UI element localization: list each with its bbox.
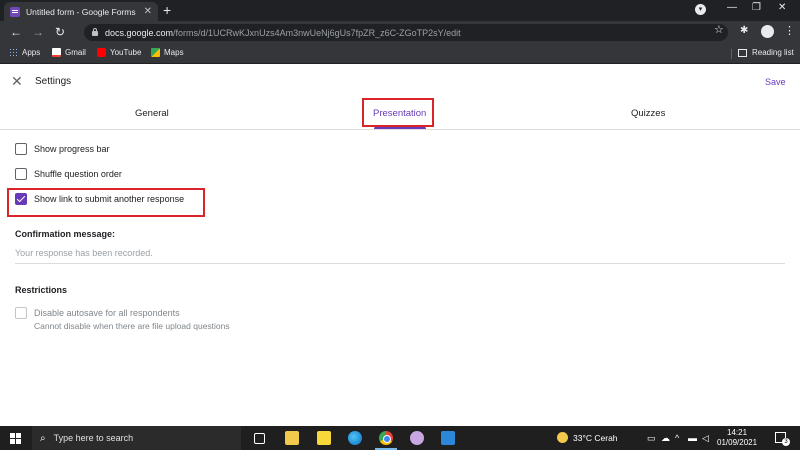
meet-now-icon[interactable]: ▭: [647, 433, 656, 444]
confirmation-message-field[interactable]: Your response has been recorded.: [15, 248, 785, 264]
bookmark-youtube[interactable]: YouTube: [97, 48, 141, 57]
restrictions-label: Restrictions: [15, 285, 68, 295]
browser-toolbar: ← → ↻ docs.google.com /forms/d/1UCRwKJxn…: [0, 21, 800, 44]
bookmark-label: Gmail: [65, 48, 86, 57]
gmail-icon: [52, 48, 61, 57]
youtube-icon: [97, 48, 106, 57]
extensions-icon[interactable]: ✱: [740, 25, 748, 36]
search-placeholder: Type here to search: [53, 433, 134, 443]
save-button[interactable]: Save: [765, 77, 786, 87]
forward-icon[interactable]: →: [32, 25, 44, 39]
browser-tab-strip: Untitled form - Google Forms ✕ + ▾ — ❐ ✕: [0, 0, 800, 21]
taskbar-search[interactable]: ⌕ Type here to search: [32, 426, 241, 450]
bookmark-apps[interactable]: Apps: [9, 48, 40, 57]
highlight-box-submit-link: [7, 188, 205, 217]
reload-icon[interactable]: ↻: [55, 25, 65, 39]
reading-list-icon: [738, 48, 747, 57]
chrome-menu-icon[interactable]: ⋮: [784, 24, 795, 37]
confirmation-label: Confirmation message:: [15, 229, 116, 239]
bookmark-label: Apps: [22, 48, 41, 57]
photos-icon[interactable]: [441, 431, 455, 445]
lock-icon: [92, 28, 98, 36]
tab-title: Untitled form - Google Forms: [26, 6, 136, 17]
option-label: Shuffle question order: [34, 169, 122, 179]
option-show-progress-bar[interactable]: Show progress bar: [15, 143, 110, 155]
checkbox[interactable]: [15, 143, 27, 155]
weather-icon: [557, 432, 568, 443]
option-disable-autosave: Disable autosave for all respondents: [15, 307, 180, 319]
tab-general[interactable]: General: [135, 108, 169, 119]
bookmark-star-icon[interactable]: ☆: [714, 23, 724, 36]
reading-list-button[interactable]: Reading list: [738, 48, 794, 57]
paint-icon[interactable]: [410, 431, 424, 445]
option-shuffle-question-order[interactable]: Shuffle question order: [15, 168, 122, 180]
url-path: /forms/d/1UCRwKJxnUzs4Am3nwUeNj6gUs7fpZR…: [173, 27, 461, 38]
highlight-box-presentation: [362, 98, 434, 127]
avatar[interactable]: [761, 25, 774, 38]
apps-icon: [9, 48, 18, 57]
minimize-icon[interactable]: —: [727, 2, 737, 13]
battery-icon[interactable]: ▬: [688, 433, 697, 443]
notification-center-icon[interactable]: 3: [775, 432, 790, 446]
system-clock[interactable]: 14:21 01/09/2021: [717, 428, 757, 448]
reading-list-label: Reading list: [752, 48, 794, 57]
clock-time: 14:21: [727, 428, 748, 437]
bookmarks-bar: Apps Gmail YouTube Maps Reading list: [0, 44, 800, 64]
maps-icon: [151, 48, 160, 57]
chrome-icon[interactable]: [375, 431, 397, 450]
close-window-icon[interactable]: ✕: [778, 2, 786, 13]
restore-icon[interactable]: ❐: [752, 2, 761, 13]
windows-start-icon[interactable]: [10, 433, 21, 444]
weather-desc: Cerah: [594, 432, 618, 443]
settings-header: ✕ Settings Save: [0, 65, 800, 97]
url-host: docs.google.com: [105, 27, 174, 38]
new-tab-icon[interactable]: +: [163, 3, 171, 17]
weather-temp: 33°C: [573, 432, 592, 443]
bookmark-label: Maps: [164, 48, 184, 57]
task-view-icon[interactable]: [254, 433, 265, 444]
bookmark-maps[interactable]: Maps: [151, 48, 184, 57]
clock-date: 01/09/2021: [717, 438, 758, 447]
checkbox[interactable]: [15, 168, 27, 180]
windows-taskbar: ⌕ Type here to search 33°C Cerah ▭ ☁ ^ ▬…: [0, 426, 800, 450]
edge-icon[interactable]: [348, 431, 362, 445]
notification-count: 3: [782, 438, 790, 446]
volume-icon[interactable]: ◁: [702, 433, 709, 444]
option-label: Disable autosave for all respondents: [34, 308, 180, 318]
bookmark-label: YouTube: [110, 48, 142, 57]
page-title: Settings: [35, 76, 72, 87]
weather-widget[interactable]: 33°C Cerah: [557, 432, 618, 443]
close-icon[interactable]: ✕: [11, 73, 23, 90]
show-hidden-icons-icon[interactable]: ^: [675, 433, 679, 443]
bookmark-gmail[interactable]: Gmail: [52, 48, 86, 57]
option-label: Show progress bar: [34, 144, 110, 154]
search-icon: ⌕: [40, 432, 46, 444]
close-tab-icon[interactable]: ✕: [144, 6, 152, 17]
onedrive-icon[interactable]: ☁: [661, 433, 670, 444]
bookmark-divider: [731, 49, 732, 59]
sticky-notes-icon[interactable]: [317, 431, 331, 445]
address-bar[interactable]: docs.google.com /forms/d/1UCRwKJxnUzs4Am…: [84, 24, 728, 41]
browser-tab[interactable]: Untitled form - Google Forms ✕: [4, 2, 158, 21]
checkbox-disabled: [15, 307, 27, 319]
google-forms-icon: [10, 6, 20, 17]
file-explorer-icon[interactable]: [285, 431, 299, 445]
autosave-note: Cannot disable when there are file uploa…: [34, 321, 230, 331]
tab-search-icon[interactable]: ▾: [695, 4, 706, 15]
tab-quizzes[interactable]: Quizzes: [631, 108, 665, 119]
back-icon[interactable]: ←: [10, 25, 22, 39]
